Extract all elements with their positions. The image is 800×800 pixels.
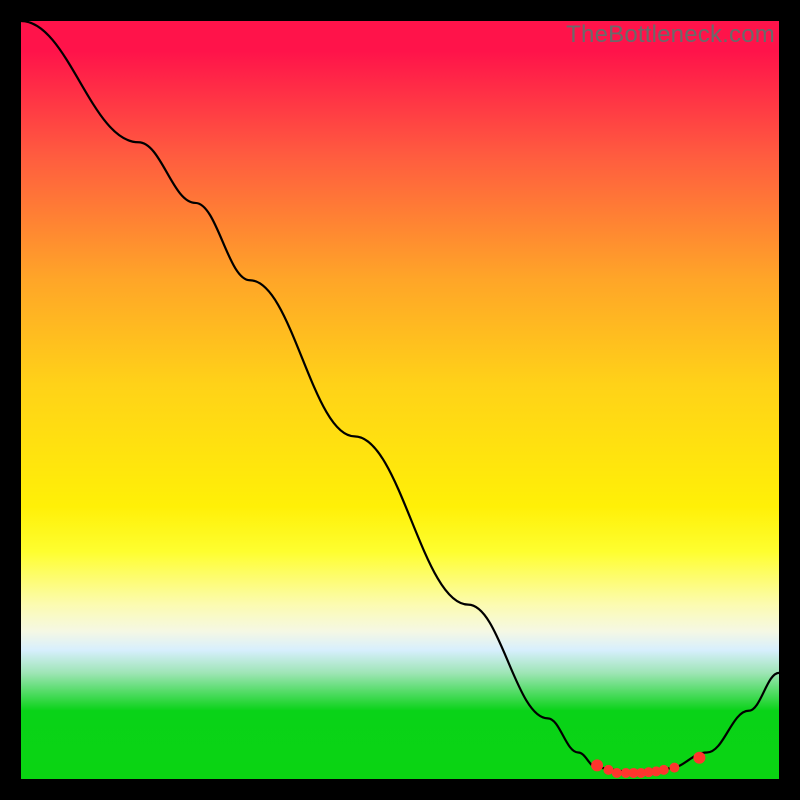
plot-svg: [21, 21, 779, 779]
plot-area: TheBottleneck.com: [21, 21, 779, 779]
curve-marker: [693, 752, 705, 764]
curve-marker: [651, 766, 661, 776]
curve-line: [21, 21, 779, 771]
curve-marker: [644, 767, 654, 777]
curve-marker: [636, 768, 646, 778]
marker-group: [591, 752, 705, 778]
curve-marker: [621, 768, 631, 778]
curve-marker: [669, 763, 679, 773]
watermark-text: TheBottleneck.com: [566, 21, 775, 49]
curve-marker: [659, 765, 669, 775]
curve-marker: [628, 768, 638, 778]
curve-marker: [603, 765, 613, 775]
curve-marker: [591, 759, 603, 771]
curve-marker: [612, 768, 622, 778]
chart-container: TheBottleneck.com: [0, 0, 800, 800]
